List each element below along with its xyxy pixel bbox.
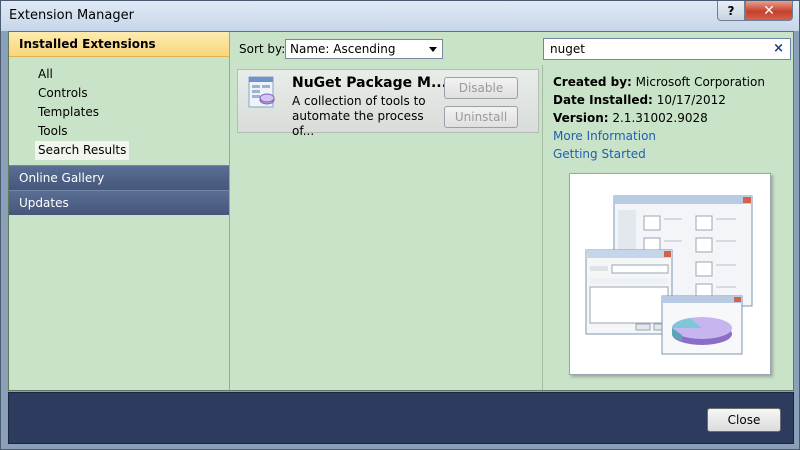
disable-button[interactable]: Disable [444, 77, 518, 99]
dialog-footer: Close [8, 392, 794, 444]
extension-preview-image [569, 173, 771, 375]
extension-description: A collection of tools to automate the pr… [292, 94, 426, 138]
title-bar: Extension Manager ? ✕ [1, 1, 799, 31]
sidebar-section-online-gallery[interactable]: Online Gallery [9, 165, 229, 190]
sidebar-item-search-results[interactable]: Search Results [35, 141, 130, 160]
window-title: Extension Manager [9, 8, 134, 23]
dialog-content: Installed Extensions All Controls Templa… [8, 31, 794, 391]
sidebar-nav: All Controls Templates Tools Search Resu… [35, 65, 130, 160]
window-close-button[interactable]: ✕ [745, 1, 793, 21]
package-icon [248, 76, 275, 108]
extension-list: NuGet Package M... A collection of tools… [233, 65, 543, 390]
sort-value: Name: Ascending [290, 42, 396, 56]
preview-illustration [585, 195, 753, 355]
extension-manager-window: Extension Manager ? ✕ Installed Extensio… [0, 0, 800, 450]
more-information-link[interactable]: More Information [553, 127, 765, 145]
sidebar-item-all[interactable]: All [35, 65, 129, 84]
list-item[interactable]: NuGet Package M... A collection of tools… [237, 69, 539, 138]
close-icon: ✕ [763, 2, 775, 19]
sidebar-item-controls[interactable]: Controls [35, 84, 129, 103]
close-button[interactable]: Close [707, 408, 781, 432]
date-installed-row: Date Installed: 10/17/2012 [553, 93, 726, 107]
search-value: nuget [550, 42, 585, 56]
version-row: Version: 2.1.31002.9028 [553, 111, 708, 125]
extension-name: NuGet Package M... [292, 75, 447, 91]
sidebar-section-label: Installed Extensions [19, 37, 156, 51]
sidebar-section-installed[interactable]: Installed Extensions [9, 32, 229, 57]
chevron-down-icon [429, 47, 437, 52]
getting-started-link[interactable]: Getting Started [553, 145, 765, 163]
sidebar-item-templates[interactable]: Templates [35, 103, 129, 122]
sidebar-item-tools[interactable]: Tools [35, 122, 129, 141]
sort-label: Sort by: [239, 42, 286, 56]
toolbar: Sort by: Name: Ascending nuget × [231, 32, 793, 62]
sidebar-section-updates[interactable]: Updates [9, 190, 229, 215]
sidebar-section-label: Online Gallery [19, 171, 105, 185]
help-button[interactable]: ? [717, 1, 745, 21]
uninstall-button[interactable]: Uninstall [444, 106, 518, 128]
search-input[interactable]: nuget × [543, 38, 791, 60]
sort-dropdown[interactable]: Name: Ascending [285, 39, 443, 59]
details-pane: Created by: Microsoft Corporation Date I… [545, 65, 793, 390]
clear-search-icon[interactable]: × [773, 41, 784, 56]
created-by-row: Created by: Microsoft Corporation [553, 75, 765, 89]
help-icon: ? [727, 3, 735, 18]
sidebar-section-label: Updates [19, 196, 69, 210]
sidebar: Installed Extensions All Controls Templa… [9, 32, 230, 390]
